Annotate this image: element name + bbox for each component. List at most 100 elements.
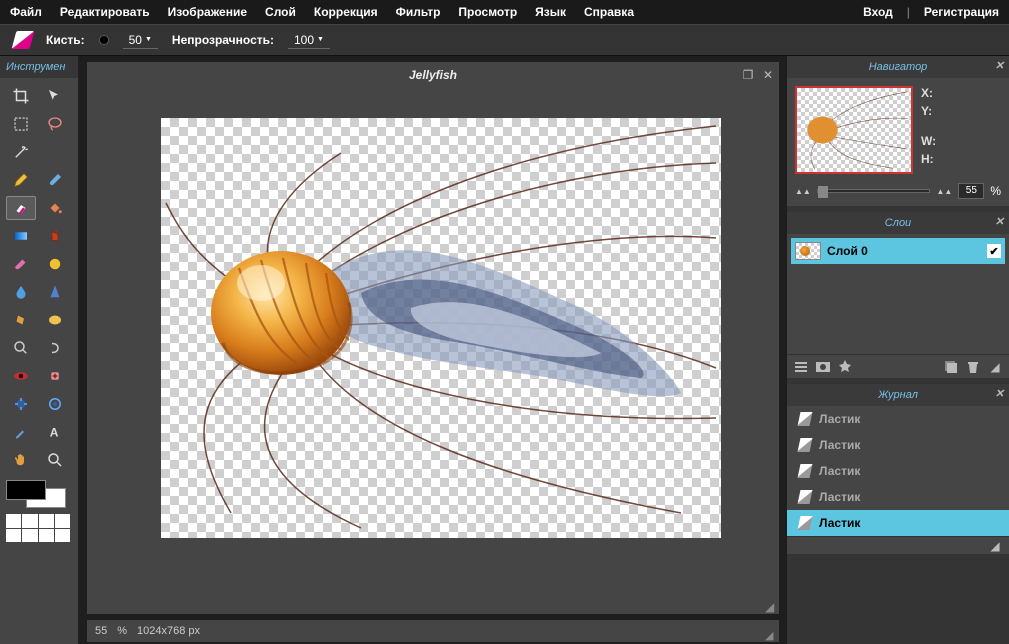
zoom-in-icon[interactable]: ▲▲ xyxy=(936,187,952,196)
history-row[interactable]: Ластик xyxy=(787,458,1009,484)
eyedropper-tool[interactable] xyxy=(6,420,36,444)
toolbox-panel: Инструмен A xyxy=(0,56,79,644)
close-icon[interactable]: ✕ xyxy=(995,215,1004,228)
jellyfish-image xyxy=(161,118,721,538)
layers-panel: Слои ✕ Слой 0 ✔ ◢ xyxy=(787,212,1009,378)
dodge-tool[interactable] xyxy=(6,336,36,360)
sharpen-tool[interactable] xyxy=(40,280,70,304)
nav-y-label: Y: xyxy=(921,104,936,118)
draw-tool[interactable] xyxy=(40,252,70,276)
wand-tool[interactable] xyxy=(6,140,36,164)
pencil-tool[interactable] xyxy=(6,168,36,192)
close-icon[interactable]: ✕ xyxy=(995,387,1004,400)
clone-tool[interactable] xyxy=(40,224,70,248)
smudge-tool[interactable] xyxy=(6,308,36,332)
nav-w-label: W: xyxy=(921,134,936,148)
workspace: Jellyfish ❐ ✕ xyxy=(79,56,787,644)
percent-label: % xyxy=(117,625,127,637)
zoom-value-field[interactable]: 55 xyxy=(958,183,984,199)
nav-h-label: H: xyxy=(921,152,936,166)
zoom-slider[interactable] xyxy=(817,189,931,193)
layer-thumb xyxy=(795,242,821,260)
history-menu-icon[interactable]: ◢ xyxy=(987,538,1003,554)
redeye-tool[interactable] xyxy=(6,364,36,388)
crop-tool[interactable] xyxy=(6,84,36,108)
maximize-icon[interactable]: ❐ xyxy=(741,68,755,82)
new-layer-icon[interactable] xyxy=(943,359,959,375)
navigator-thumb[interactable] xyxy=(795,86,913,174)
menu-view[interactable]: Просмотр xyxy=(458,5,517,19)
lasso-tool[interactable] xyxy=(40,112,70,136)
color-swatches[interactable] xyxy=(6,480,70,508)
toolbox-title: Инструмен xyxy=(0,56,78,78)
login-link[interactable]: Вход xyxy=(863,5,893,19)
layer-row[interactable]: Слой 0 ✔ xyxy=(791,238,1005,264)
eraser-icon xyxy=(798,516,813,530)
bucket-tool[interactable] xyxy=(40,196,70,220)
history-panel: Журнал ✕ Ластик Ластик Ластик Ластик Лас… xyxy=(787,384,1009,554)
resize-handle-icon[interactable]: ◢ xyxy=(765,600,777,612)
history-row[interactable]: Ластик xyxy=(787,432,1009,458)
menu-adjust[interactable]: Коррекция xyxy=(314,5,378,19)
close-icon[interactable]: ✕ xyxy=(995,59,1004,72)
percent-label: % xyxy=(990,184,1001,198)
pinch-tool[interactable] xyxy=(40,392,70,416)
menu-file[interactable]: Файл xyxy=(10,5,42,19)
eraser-icon xyxy=(798,490,813,504)
blur-tool[interactable] xyxy=(6,280,36,304)
eraser-tool-icon xyxy=(12,31,35,49)
status-bar: 55 % 1024x768 px ◢ xyxy=(87,620,779,642)
eraser-icon xyxy=(798,464,813,478)
right-panels: Навигатор ✕ xyxy=(787,56,1009,644)
type-tool[interactable]: A xyxy=(40,420,70,444)
marquee-tool[interactable] xyxy=(6,112,36,136)
layer-styles-icon[interactable] xyxy=(837,359,853,375)
history-row[interactable]: Ластик xyxy=(787,406,1009,432)
move-tool[interactable] xyxy=(40,84,70,108)
brush-size-field[interactable]: 50 ▼ xyxy=(123,32,158,49)
menu-filter[interactable]: Фильтр xyxy=(396,5,441,19)
spot-heal-tool[interactable] xyxy=(40,364,70,388)
delete-layer-icon[interactable] xyxy=(965,359,981,375)
zoom-level: 55 xyxy=(95,625,107,637)
empty-slot xyxy=(40,140,70,164)
menu-help[interactable]: Справка xyxy=(584,5,634,19)
history-row[interactable]: Ластик xyxy=(787,484,1009,510)
canvas-stage[interactable]: ◢ xyxy=(87,88,779,614)
separator: | xyxy=(907,5,910,19)
close-icon[interactable]: ✕ xyxy=(761,68,775,82)
eraser-tool[interactable] xyxy=(6,196,36,220)
opacity-field[interactable]: 100 ▼ xyxy=(288,32,330,49)
register-link[interactable]: Регистрация xyxy=(924,5,999,19)
brush-preview-icon[interactable] xyxy=(99,35,109,45)
menu-image[interactable]: Изображение xyxy=(168,5,247,19)
navigator-panel: Навигатор ✕ xyxy=(787,56,1009,206)
color-replace-tool[interactable] xyxy=(6,252,36,276)
burn-tool[interactable] xyxy=(40,336,70,360)
menu-bar: Файл Редактировать Изображение Слой Корр… xyxy=(0,0,1009,24)
resize-handle-icon[interactable]: ◢ xyxy=(765,629,777,641)
layers-menu-icon[interactable]: ◢ xyxy=(987,359,1003,375)
layer-visibility-checkbox[interactable]: ✔ xyxy=(987,244,1001,258)
dimensions-label: 1024x768 px xyxy=(137,625,200,637)
hand-tool[interactable] xyxy=(6,448,36,472)
layer-settings-icon[interactable] xyxy=(793,359,809,375)
zoom-out-icon[interactable]: ▲▲ xyxy=(795,187,811,196)
zoom-tool[interactable] xyxy=(40,448,70,472)
gradient-tool[interactable] xyxy=(6,224,36,248)
menu-language[interactable]: Язык xyxy=(535,5,566,19)
bloat-tool[interactable] xyxy=(6,392,36,416)
preset-swatches[interactable] xyxy=(6,514,70,542)
opacity-label: Непрозрачность: xyxy=(172,33,274,47)
canvas[interactable] xyxy=(161,118,721,538)
svg-text:A: A xyxy=(50,426,59,440)
menu-edit[interactable]: Редактировать xyxy=(60,5,150,19)
eraser-icon xyxy=(798,438,813,452)
document-titlebar: Jellyfish ❐ ✕ xyxy=(87,62,779,88)
menu-layer[interactable]: Слой xyxy=(265,5,296,19)
brush-tool[interactable] xyxy=(40,168,70,192)
option-bar: Кисть: 50 ▼ Непрозрачность: 100 ▼ xyxy=(0,24,1009,56)
history-row[interactable]: Ластик xyxy=(787,510,1009,536)
sponge-tool[interactable] xyxy=(40,308,70,332)
layer-mask-icon[interactable] xyxy=(815,359,831,375)
